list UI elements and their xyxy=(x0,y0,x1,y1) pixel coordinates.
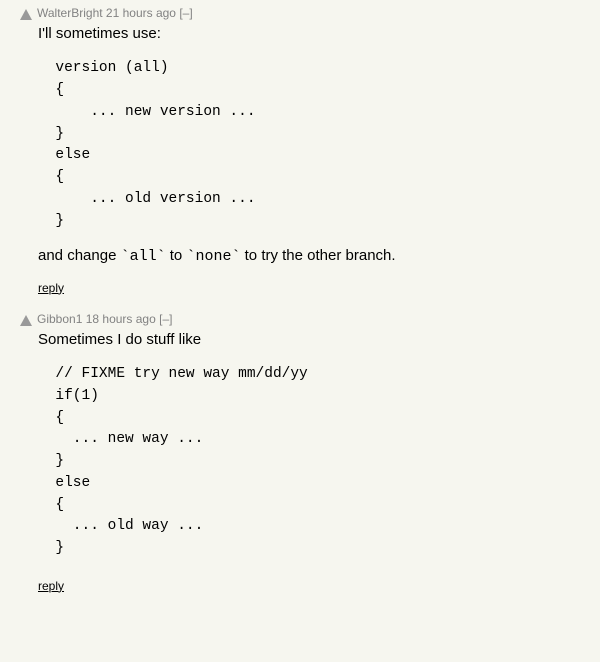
comment-meta: WalterBright 21 hours ago [–] xyxy=(37,6,193,20)
upvote-icon[interactable] xyxy=(20,9,32,20)
comment: WalterBright 21 hours ago [–] I'll somet… xyxy=(0,0,600,306)
reply-link[interactable]: reply xyxy=(38,578,64,594)
upvote-icon[interactable] xyxy=(20,315,32,326)
inline-code: `all` xyxy=(121,248,166,265)
comment-age: 21 hours ago xyxy=(106,6,176,20)
comment-header: Gibbon1 18 hours ago [–] xyxy=(20,312,590,326)
comment-body: Sometimes I do stuff like // FIXME try n… xyxy=(38,330,590,596)
comment-age: 18 hours ago xyxy=(86,312,156,326)
comment-text: I'll sometimes use: xyxy=(38,24,590,44)
collapse-toggle[interactable]: [–] xyxy=(179,6,192,20)
comment: Gibbon1 18 hours ago [–] Sometimes I do … xyxy=(0,306,600,604)
code-block: // FIXME try new way mm/dd/yy if(1) { ..… xyxy=(38,364,590,560)
username-link[interactable]: WalterBright xyxy=(37,6,103,20)
inline-code: `none` xyxy=(186,248,240,265)
reply-link[interactable]: reply xyxy=(38,280,64,296)
code-block: version (all) { ... new version ... } el… xyxy=(38,58,590,232)
comment-text: and change `all` to `none` to try the ot… xyxy=(38,246,590,267)
comment-body: I'll sometimes use: version (all) { ... … xyxy=(38,24,590,298)
text-span: and change xyxy=(38,247,121,264)
comment-meta: Gibbon1 18 hours ago [–] xyxy=(37,312,172,326)
text-span: to try the other branch. xyxy=(240,247,395,264)
text-span: to xyxy=(166,247,187,264)
comment-header: WalterBright 21 hours ago [–] xyxy=(20,6,590,20)
collapse-toggle[interactable]: [–] xyxy=(159,312,172,326)
username-link[interactable]: Gibbon1 xyxy=(37,312,82,326)
comment-text: Sometimes I do stuff like xyxy=(38,330,590,350)
